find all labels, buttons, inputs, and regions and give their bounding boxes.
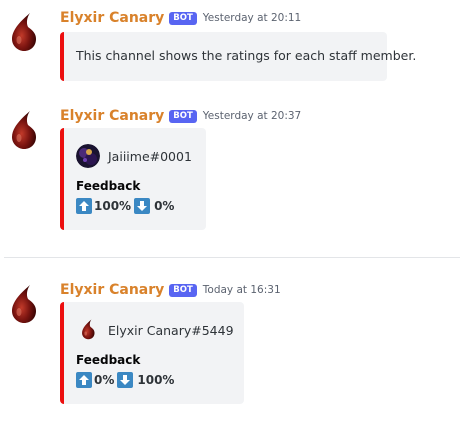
up-arrow-icon (76, 372, 92, 388)
field-name: Feedback (76, 179, 141, 193)
up-value: 100% (94, 199, 132, 213)
down-value: 0% (154, 199, 175, 213)
down-arrow-icon (117, 372, 134, 388)
bot-badge: BOT (169, 109, 197, 123)
up-value: 0% (94, 373, 115, 387)
field-name: Feedback (76, 353, 141, 367)
message-header: Elyxir Canary BOT Yesterday at 20:37 (60, 106, 301, 126)
embed: Jaiiime#0001 Feedback 100% 0% (60, 128, 206, 230)
message-header: Elyxir Canary BOT Today at 16:31 (60, 280, 281, 300)
embed-author[interactable]: Jaiiime#0001 (76, 144, 192, 168)
bot-badge: BOT (169, 283, 197, 297)
blood-drop-avatar-icon (76, 318, 100, 342)
date-divider (4, 257, 460, 258)
message-3: Elyxir Canary BOT Today at 16:31 Elyxir … (0, 280, 460, 410)
timestamp: Yesterday at 20:11 (202, 12, 302, 24)
blood-drop-avatar-icon[interactable] (10, 12, 38, 52)
user-avatar-icon (76, 144, 100, 168)
message-header: Elyxir Canary BOT Yesterday at 20:11 (60, 8, 301, 28)
embed-description: This channel shows the ratings for each … (76, 48, 417, 63)
up-arrow-icon (76, 198, 92, 214)
message-1: Elyxir Canary BOT Yesterday at 20:11 Thi… (0, 8, 460, 88)
field-value: 100% 0% (76, 198, 174, 214)
blood-drop-avatar-icon[interactable] (10, 284, 38, 324)
bot-badge: BOT (169, 11, 197, 25)
blood-drop-avatar-icon[interactable] (10, 110, 38, 150)
message-2: Elyxir Canary BOT Yesterday at 20:37 Jai… (0, 106, 460, 236)
embed-author[interactable]: Elyxir Canary#5449 (76, 318, 234, 342)
timestamp: Yesterday at 20:37 (202, 110, 302, 122)
author-name[interactable]: Elyxir Canary (60, 282, 164, 298)
author-name[interactable]: Elyxir Canary (60, 10, 164, 26)
embed-author-name: Elyxir Canary#5449 (108, 322, 234, 338)
field-value: 0% 100% (76, 372, 174, 388)
embed-author-name: Jaiiime#0001 (108, 148, 192, 164)
down-value: 100% (137, 373, 175, 387)
down-arrow-icon (134, 198, 151, 214)
embed: This channel shows the ratings for each … (60, 32, 416, 81)
embed: Elyxir Canary#5449 Feedback 0% 100% (60, 302, 244, 404)
timestamp: Today at 16:31 (202, 284, 281, 296)
author-name[interactable]: Elyxir Canary (60, 108, 164, 124)
